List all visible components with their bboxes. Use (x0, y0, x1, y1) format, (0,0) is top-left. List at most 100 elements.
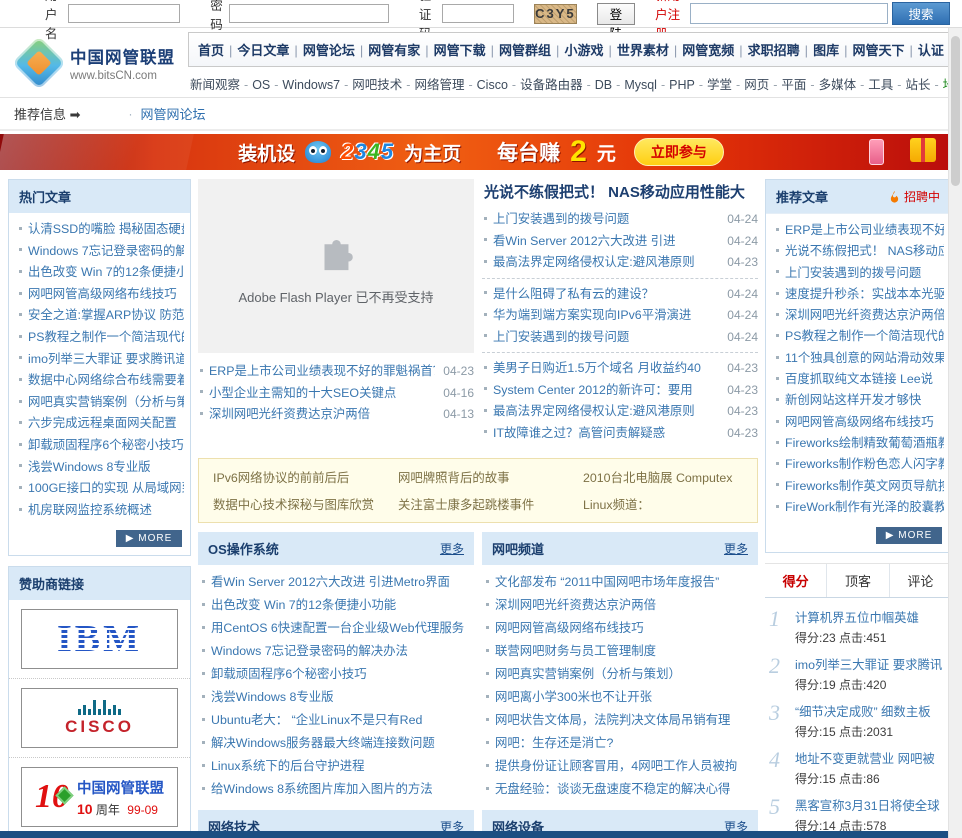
nav-item[interactable]: 网管群组 (499, 43, 551, 58)
article-link[interactable]: Fireworks绘制精致葡萄酒瓶教 (774, 433, 944, 454)
scrollbar-track[interactable] (948, 28, 962, 838)
nav-item[interactable]: Windows7 (282, 78, 340, 92)
promo-link[interactable]: IPv6网络协议的前前后后 (213, 468, 398, 486)
article-link[interactable]: 网吧状告文体局，法院判决文体局吊销有理 (484, 709, 758, 732)
article-link[interactable]: 深圳网吧光纤资费达京沪两倍 (484, 594, 758, 617)
tab-0[interactable]: 得分 (765, 564, 827, 597)
nav-item[interactable]: 网页 (744, 78, 769, 92)
nav-item[interactable]: Cisco (477, 78, 508, 92)
article-link[interactable]: 文化部发布 “2011中国网吧市场年度报告” (484, 571, 758, 594)
article-link[interactable]: ERP是上市公司业绩表现不好 (774, 220, 944, 241)
banner-cta-button[interactable]: 立即参与 (634, 138, 724, 166)
article-link[interactable]: 出色改变 Win 7的12条便捷小功能 (200, 594, 474, 617)
hiring-badge-text[interactable]: 招聘中 (904, 188, 940, 205)
nav-item[interactable]: 工具 (868, 78, 893, 92)
article-link[interactable]: 百度抓取纯文本链接 Lee说 (774, 369, 944, 390)
article-link[interactable]: 网吧网管高级网络布线技巧 (17, 284, 184, 306)
article-link[interactable]: 机房联网监控系统概述 (17, 500, 184, 522)
article-link[interactable]: 解决Windows服务器最大终端连接数问题 (200, 732, 474, 755)
nav-item[interactable]: 认证 (918, 43, 944, 58)
nav-item[interactable]: 网管有家 (368, 43, 420, 58)
nav-item[interactable]: 网管论坛 (303, 43, 355, 58)
article-link[interactable]: IT故障谁之过？高管问责解疑惑04-23 (482, 423, 758, 445)
anniversary-logo[interactable]: 10 中国网管联盟 10 周年 99-09 (21, 767, 178, 827)
more-button[interactable]: ▶ MORE (116, 530, 182, 547)
article-link[interactable]: 光说不练假把式！ NAS移动应 (774, 241, 944, 262)
promo-link[interactable]: 2010台北电脑展 Computex (583, 468, 743, 486)
forum-link[interactable]: 网管网论坛 (141, 104, 206, 123)
article-link[interactable]: PS教程之制作一个简洁现代的 (17, 327, 184, 349)
nav-item[interactable]: 网管下载 (434, 43, 486, 58)
article-link[interactable]: 网吧：生存还是消亡? (484, 732, 758, 755)
article-link[interactable]: 上门安装遇到的拨号问题 (774, 263, 944, 284)
article-link[interactable]: 速度提升秒杀：实战本本光驱 (774, 284, 944, 305)
ad-banner[interactable]: 装机设 2345 为主页 每台赚 2 元 立即参与 (0, 134, 962, 170)
article-link[interactable]: PS教程之制作一个简洁现代的 (774, 326, 944, 347)
site-logo[interactable]: 中国网管联盟 www.bitsCN.com (14, 44, 182, 82)
article-link[interactable]: 浅尝Windows 8专业版 (200, 686, 474, 709)
article-link[interactable]: Ubuntu老大： “企业Linux不是只有Red (200, 709, 474, 732)
nav-item[interactable]: 平面 (781, 78, 806, 92)
article-link[interactable]: 深圳网吧光纤资费达京沪两倍04-13 (198, 404, 474, 426)
promo-link[interactable]: 关注富士康多起跳楼事件 (398, 495, 583, 513)
nav-item[interactable]: Mysql (624, 78, 657, 92)
article-link[interactable]: 100GE接口的实现 从局域网到 (17, 478, 184, 500)
score-item[interactable]: 1计算机界五位巾帼英雄得分:23 点击:451 (767, 604, 949, 651)
article-link[interactable]: 出色改变 Win 7的12条便捷小 (17, 262, 184, 284)
article-link[interactable]: 最高法界定网络侵权认定:避风港原则04-23 (482, 401, 758, 423)
article-link[interactable]: 上门安装遇到的拨号问题04-24 (482, 209, 758, 231)
more-link[interactable]: 更多 (724, 540, 748, 557)
article-link[interactable]: Fireworks制作粉色恋人闪字教 (774, 454, 944, 475)
search-input[interactable] (690, 3, 888, 24)
article-link[interactable]: 卸载顽固程序6个秘密小技巧 (200, 663, 474, 686)
nav-item[interactable]: 首页 (198, 43, 224, 58)
login-button[interactable]: 登陆 (597, 3, 636, 25)
headline-title[interactable]: 光说不练假把式！ NAS移动应用性能大 (482, 179, 758, 209)
article-link[interactable]: Linux系统下的后台守护进程 (200, 755, 474, 778)
article-link[interactable]: 联营网吧财务与员工管理制度 (484, 640, 758, 663)
nav-item[interactable]: OS (252, 78, 270, 92)
article-link[interactable]: 用CentOS 6快速配置一台企业级Web代理服务 (200, 617, 474, 640)
article-link[interactable]: 深圳网吧光纤资费达京沪两倍 (774, 305, 944, 326)
article-link[interactable]: System Center 2012的新许可：要用04-23 (482, 380, 758, 402)
article-link[interactable]: ERP是上市公司业绩表现不好的罪魁祸首？04-23 (198, 361, 474, 383)
password-input[interactable] (229, 4, 389, 23)
article-link[interactable]: 华为端到端方案实现向IPv6平滑演进04-24 (482, 305, 758, 327)
nav-item[interactable]: 设备路由器 (520, 78, 583, 92)
article-link[interactable]: 美男子日购近1.5万个域名 月收益约4004-23 (482, 358, 758, 380)
article-link[interactable]: 小型企业主需知的十大SEO关键点04-16 (198, 383, 474, 405)
promo-link[interactable]: 网吧牌照背后的故事 (398, 468, 583, 486)
article-link[interactable]: 网吧网管高级网络布线技巧 (774, 412, 944, 433)
search-button[interactable]: 搜索 (892, 2, 950, 25)
article-link[interactable]: Windows 7忘记登录密码的解 (17, 241, 184, 263)
article-link[interactable]: imo列举三大罪证 要求腾讯道 (17, 349, 184, 371)
nav-item[interactable]: 网管天下 (852, 43, 904, 58)
article-link[interactable]: 浅尝Windows 8专业版 (17, 457, 184, 479)
article-link[interactable]: 六步完成远程桌面网关配置 (17, 413, 184, 435)
cisco-logo[interactable]: CISCO (21, 688, 178, 748)
nav-item[interactable]: 新闻观察 (190, 78, 240, 92)
score-item[interactable]: 4地址不变更就营业 网吧被得分:15 点击:86 (767, 745, 949, 792)
username-input[interactable] (68, 4, 180, 23)
article-link[interactable]: 提供身份证让顾客冒用，4网吧工作人员被拘 (484, 755, 758, 778)
article-link[interactable]: 给Windows 8系统图片库加入图片的方法 (200, 778, 474, 801)
article-link[interactable]: 数据中心网络综合布线需要着 (17, 370, 184, 392)
article-link[interactable]: 卸载顽固程序6个秘密小技巧 (17, 435, 184, 457)
article-link[interactable]: 认清SSD的嘴脸 揭秘固态硬盘 (17, 219, 184, 241)
article-link[interactable]: Windows 7忘记登录密码的解决办法 (200, 640, 474, 663)
tab-2[interactable]: 评论 (890, 564, 951, 597)
promo-link[interactable]: Linux频道： (583, 495, 743, 513)
nav-item[interactable]: 站长 (905, 78, 930, 92)
more-button[interactable]: ▶ MORE (876, 527, 942, 544)
nav-item[interactable]: 求职招聘 (748, 43, 800, 58)
article-link[interactable]: 网吧网管高级网络布线技巧 (484, 617, 758, 640)
article-link[interactable]: 看Win Server 2012六大改进 引进Metro界面 (200, 571, 474, 594)
article-link[interactable]: 无盘经验：谈谈无盘速度不稳定的解决心得 (484, 778, 758, 801)
nav-item[interactable]: DB (595, 78, 612, 92)
article-link[interactable]: 最高法界定网络侵权认定:避风港原则04-23 (482, 252, 758, 274)
captcha-input[interactable] (442, 4, 514, 23)
nav-item[interactable]: 网管宽频 (682, 43, 734, 58)
nav-item[interactable]: 多媒体 (819, 78, 857, 92)
ibm-logo[interactable]: IBM (21, 609, 178, 669)
article-link[interactable]: 上门安装遇到的拨号问题04-24 (482, 327, 758, 349)
